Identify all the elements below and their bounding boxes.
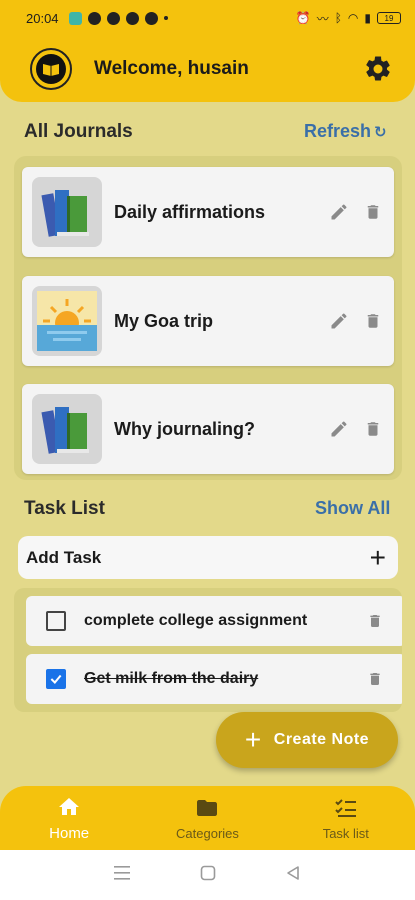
settings-notification-icon bbox=[125, 11, 139, 25]
edit-pencil-icon[interactable] bbox=[328, 201, 350, 223]
refresh-button[interactable]: Refresh ↻ bbox=[304, 121, 387, 142]
task-list-heading: Task List bbox=[24, 498, 105, 519]
nav-categories[interactable]: Categories bbox=[147, 796, 267, 841]
task-row: complete college assignment bbox=[26, 596, 402, 646]
folder-icon bbox=[197, 799, 218, 816]
journal-card[interactable]: Daily affirmations bbox=[22, 167, 394, 257]
journal-title: My Goa trip bbox=[114, 310, 214, 331]
nav-task-list[interactable]: Task list bbox=[286, 796, 406, 841]
home-square-icon[interactable] bbox=[200, 865, 216, 886]
app-icon-2 bbox=[144, 11, 158, 25]
vibrate-icon: 〰 bbox=[316, 11, 329, 26]
delete-trash-icon[interactable] bbox=[364, 610, 386, 632]
create-note-button[interactable]: + Create Note bbox=[216, 712, 398, 768]
edit-pencil-icon[interactable] bbox=[328, 418, 350, 440]
journal-card[interactable]: Why journaling? bbox=[22, 384, 394, 474]
nav-label: Categories bbox=[176, 825, 239, 841]
app-header: Welcome, husain bbox=[0, 36, 415, 102]
edit-pencil-icon[interactable] bbox=[328, 310, 350, 332]
journal-card[interactable]: My Goa trip bbox=[22, 276, 394, 366]
refresh-icon: ↻ bbox=[374, 123, 387, 141]
welcome-text: Welcome, husain bbox=[94, 58, 249, 79]
back-triangle-icon[interactable] bbox=[285, 865, 301, 886]
plus-icon: + bbox=[369, 541, 386, 573]
journal-title: Why journaling? bbox=[114, 418, 255, 439]
more-dot-icon bbox=[163, 16, 168, 20]
nav-label: Home bbox=[49, 824, 90, 842]
task-row: Get milk from the dairy bbox=[26, 654, 402, 704]
task-checkbox[interactable] bbox=[46, 611, 66, 631]
sunset-icon bbox=[32, 286, 102, 356]
app-notification-icon bbox=[68, 11, 82, 25]
plus-icon: + bbox=[244, 724, 262, 755]
task-list-panel: complete college assignment Get milk fro… bbox=[14, 588, 402, 712]
books-icon bbox=[32, 394, 102, 464]
add-task-label: Add Task bbox=[26, 547, 102, 567]
wifi-icon: ◠ bbox=[347, 11, 359, 25]
app-icon bbox=[106, 11, 120, 25]
book-logo-icon bbox=[36, 54, 66, 84]
whatsapp-icon bbox=[87, 11, 101, 25]
books-icon bbox=[32, 177, 102, 247]
settings-gear-icon[interactable] bbox=[363, 54, 393, 84]
delete-trash-icon[interactable] bbox=[362, 310, 384, 332]
show-all-link[interactable]: Show All bbox=[315, 498, 390, 519]
bluetooth-icon: ᛒ bbox=[334, 11, 342, 25]
nav-home[interactable]: Home bbox=[9, 795, 129, 842]
signal-icon: ▮ bbox=[364, 11, 371, 25]
notification-icons bbox=[68, 11, 168, 25]
create-note-label: Create Note bbox=[273, 731, 370, 748]
task-text: Get milk from the dairy bbox=[84, 670, 259, 687]
nav-label: Task list bbox=[322, 825, 369, 841]
bottom-navigation: Home Categories Task list bbox=[0, 786, 415, 850]
status-time: 20:04 bbox=[26, 10, 59, 26]
delete-trash-icon[interactable] bbox=[364, 668, 386, 690]
menu-icon[interactable] bbox=[114, 865, 132, 886]
delete-trash-icon[interactable] bbox=[362, 201, 384, 223]
system-icons: ⏰ 〰 ᛒ ◠ ▮ 19 bbox=[296, 10, 401, 27]
journal-title: Daily affirmations bbox=[114, 201, 266, 222]
refresh-label: Refresh bbox=[304, 121, 372, 141]
task-checkbox-checked[interactable] bbox=[46, 669, 66, 689]
checklist-icon bbox=[335, 798, 356, 817]
alarm-icon: ⏰ bbox=[295, 11, 311, 25]
app-logo bbox=[30, 48, 72, 90]
battery-icon: 19 bbox=[377, 12, 401, 24]
task-text: complete college assignment bbox=[84, 612, 308, 629]
delete-trash-icon[interactable] bbox=[362, 418, 384, 440]
home-icon bbox=[59, 797, 80, 815]
all-journals-heading: All Journals bbox=[24, 121, 133, 142]
system-navigation-bar bbox=[0, 850, 415, 900]
add-task-button[interactable]: Add Task + bbox=[18, 536, 398, 579]
status-bar: 20:04 ⏰ 〰 ᛒ ◠ ▮ 19 bbox=[0, 0, 415, 36]
